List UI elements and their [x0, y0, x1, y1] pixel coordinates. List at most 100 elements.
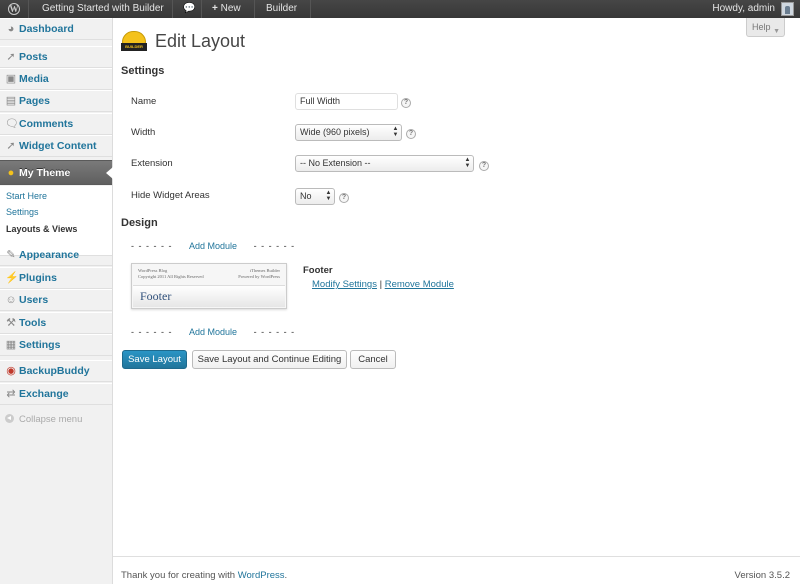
- collapse-menu-button[interactable]: Collapse menu: [5, 414, 82, 425]
- sidebar-item-pages[interactable]: ▤ Pages: [0, 90, 112, 112]
- sidebar-item-users[interactable]: ☺ Users: [0, 289, 112, 311]
- hide-widget-areas-select[interactable]: No ▲ ▼: [295, 188, 335, 205]
- admin-bar-divider: [201, 0, 202, 18]
- preview-powered: Powered by WordPress: [238, 274, 280, 279]
- dashes-right: - - - - - -: [253, 241, 296, 251]
- dashboard-icon: ◕: [7, 23, 15, 35]
- collapse-menu-label: Collapse menu: [19, 414, 83, 425]
- submenu-start-here[interactable]: Start Here: [6, 191, 47, 201]
- settings-heading: Settings: [121, 65, 165, 77]
- sidebar-item-widget-content[interactable]: ➚ Widget Content: [0, 135, 112, 157]
- remove-module-link[interactable]: Remove Module: [385, 279, 454, 290]
- help-question-icon[interactable]: ?: [339, 193, 349, 203]
- select-arrows-icon: ▲ ▼: [464, 157, 471, 169]
- save-continue-button[interactable]: Save Layout and Continue Editing: [192, 350, 347, 369]
- sidebar-item-label: BackupBuddy: [19, 365, 90, 377]
- sidebar-item-label: Media: [19, 73, 49, 85]
- save-layout-button[interactable]: Save Layout: [122, 350, 187, 369]
- dashes-right: - - - - - -: [253, 327, 296, 337]
- sidebar-item-my-theme[interactable]: ● My Theme: [0, 160, 113, 185]
- add-module-link[interactable]: Add Module: [189, 327, 237, 337]
- sidebar-item-tools[interactable]: ⚒ Tools: [0, 312, 112, 334]
- select-arrows-icon: ▲ ▼: [392, 126, 399, 138]
- version-text: Version 3.5.2: [734, 570, 790, 581]
- preview-copyright: Copyright 2011 All Rights Reserved: [138, 274, 204, 279]
- sidebar-item-appearance[interactable]: ✎ Appearance: [0, 244, 112, 266]
- site-name-link[interactable]: Getting Started with Builder: [42, 0, 164, 18]
- sidebar-item-settings[interactable]: ▦ Settings: [0, 334, 112, 356]
- wordpress-link[interactable]: WordPress: [238, 570, 285, 581]
- pin-icon: ➚: [6, 51, 16, 63]
- add-module-link[interactable]: Add Module: [189, 241, 237, 251]
- width-select[interactable]: Wide (960 pixels) ▲ ▼: [295, 124, 402, 141]
- width-select-value: Wide (960 pixels): [300, 127, 370, 137]
- sidebar-item-label: Plugins: [19, 272, 57, 284]
- cancel-button[interactable]: Cancel: [350, 350, 396, 369]
- thank-you-text: Thank you for creating with: [121, 570, 236, 581]
- sidebar-item-dashboard[interactable]: ◕ Dashboard: [0, 18, 112, 40]
- admin-bar-divider: [28, 0, 29, 18]
- builder-logo-icon: BUILDER: [121, 29, 147, 53]
- admin-bar-divider: [172, 0, 173, 18]
- sidebar-item-backupbuddy[interactable]: ◉ BackupBuddy: [0, 360, 112, 382]
- sidebar-item-label: Pages: [19, 95, 50, 107]
- select-arrows-icon: ▲ ▼: [325, 190, 332, 202]
- sidebar-item-label: Dashboard: [19, 23, 74, 35]
- comments-icon[interactable]: 💬: [183, 0, 195, 18]
- submenu-settings[interactable]: Settings: [6, 207, 39, 217]
- help-question-icon[interactable]: ?: [401, 98, 411, 108]
- new-content-menu[interactable]: + New: [212, 0, 241, 18]
- preview-right-text: iThemes Builder Powered by WordPress: [238, 268, 280, 280]
- howdy-user-menu[interactable]: Howdy, admin: [712, 0, 775, 18]
- sidebar-item-label: Exchange: [19, 388, 69, 400]
- help-label: Help: [752, 22, 771, 32]
- submenu-layouts-views[interactable]: Layouts & Views: [6, 224, 77, 234]
- preview-footer-strip: Footer: [133, 285, 285, 307]
- module-actions: Modify Settings | Remove Module: [312, 279, 454, 290]
- sidebar-item-label: Widget Content: [19, 140, 97, 152]
- help-question-icon[interactable]: ?: [479, 161, 489, 171]
- link-separator: |: [379, 279, 383, 290]
- help-question-icon[interactable]: ?: [406, 129, 416, 139]
- backup-icon: ◉: [6, 365, 16, 377]
- sidebar-item-label: Comments: [19, 118, 74, 130]
- dashes-left: - - - - - -: [131, 327, 173, 337]
- exchange-icon: ⇄: [6, 388, 16, 400]
- collapse-arrow-icon: [5, 414, 14, 423]
- sidebar-item-exchange[interactable]: ⇄ Exchange: [0, 383, 112, 405]
- builder-logo-band: BUILDER: [121, 43, 147, 51]
- preview-left-text: WordPress Blog Copyright 2011 All Rights…: [138, 268, 204, 280]
- name-input[interactable]: Full Width: [295, 93, 398, 110]
- sidebar-item-plugins[interactable]: ⚡ Plugins: [0, 267, 112, 289]
- modify-settings-link[interactable]: Modify Settings: [312, 279, 377, 290]
- admin-bar-divider: [310, 0, 311, 18]
- admin-sidebar: ◕ Dashboard ➚ Posts ▣ Media ▤ Pages 🗨 Co…: [0, 18, 113, 584]
- sidebar-item-label: Settings: [19, 339, 61, 351]
- pages-icon: ▤: [5, 95, 17, 107]
- builder-menu[interactable]: Builder: [266, 0, 297, 18]
- preview-builder-credit: iThemes Builder: [249, 268, 280, 273]
- users-icon: ☺: [5, 294, 17, 306]
- sidebar-item-label: Tools: [19, 317, 47, 329]
- name-label: Name: [131, 96, 157, 107]
- sidebar-item-comments[interactable]: 🗨 Comments: [0, 113, 112, 135]
- sidebar-item-posts[interactable]: ➚ Posts: [0, 46, 112, 68]
- appearance-icon: ✎: [6, 249, 16, 261]
- settings-icon: ▦: [5, 339, 17, 351]
- sidebar-item-label: My Theme: [19, 167, 71, 179]
- extension-select[interactable]: -- No Extension -- ▲ ▼: [295, 155, 474, 172]
- add-module-row-bottom: - - - - - - Add Module - - - - - -: [131, 327, 295, 337]
- admin-bar: W Getting Started with Builder 💬 + New B…: [0, 0, 800, 18]
- chevron-down-icon: ▼: [773, 28, 780, 35]
- page-title: Edit Layout: [155, 31, 246, 51]
- width-label: Width: [131, 127, 156, 138]
- help-tab-button[interactable]: Help ▼: [746, 18, 785, 37]
- admin-bar-divider: [254, 0, 255, 18]
- tools-icon: ⚒: [6, 317, 16, 329]
- wordpress-logo-menu[interactable]: W: [6, 0, 22, 18]
- wordpress-logo-icon: W: [8, 3, 20, 15]
- add-module-row-top: - - - - - - Add Module - - - - - -: [131, 241, 295, 251]
- sidebar-item-media[interactable]: ▣ Media: [0, 68, 112, 90]
- footer-period: .: [284, 570, 288, 581]
- avatar[interactable]: [781, 2, 794, 16]
